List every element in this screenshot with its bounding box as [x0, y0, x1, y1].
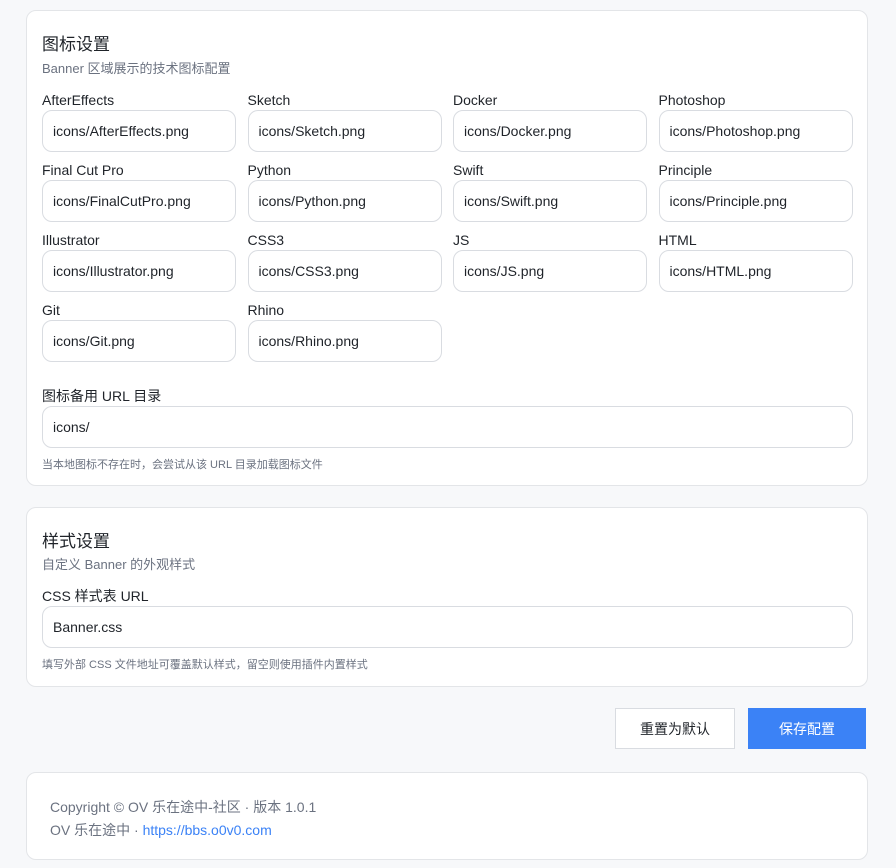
footer-site-link[interactable]: https://bbs.o0v0.com: [143, 822, 272, 838]
icon-settings-title: 图标设置: [42, 35, 110, 54]
icon-field-label: Python: [247, 162, 292, 178]
icon-path-input-js[interactable]: [453, 250, 647, 292]
icon-field-photoshop: Photoshop: [658, 91, 853, 152]
icon-path-input-swift[interactable]: [453, 180, 647, 222]
fallback-url-input[interactable]: [42, 406, 853, 448]
icon-field-docker: Docker: [453, 91, 647, 152]
css-url-hint: 填写外部 CSS 文件地址可覆盖默认样式，留空则使用插件内置样式: [42, 659, 368, 671]
fallback-url-field: 图标备用 URL 目录: [42, 387, 853, 448]
icon-field-git: Git: [42, 301, 236, 362]
icon-field-label: Illustrator: [42, 232, 100, 248]
icon-field-label: Swift: [453, 162, 484, 178]
footer-card: Copyright © OV 乐在途中-社区 · 版本 1.0.1 OV 乐在途…: [26, 772, 868, 860]
style-settings-title: 样式设置: [42, 532, 110, 551]
icon-field-label: Git: [42, 302, 60, 318]
style-settings-subtitle: 自定义 Banner 的外观样式: [42, 557, 196, 572]
footer-copyright: Copyright © OV 乐在途中-社区 · 版本 1.0.1: [50, 799, 317, 815]
icon-field-label: Principle: [658, 162, 713, 178]
icon-field-rhino: Rhino: [247, 301, 442, 362]
style-settings-card: 样式设置 自定义 Banner 的外观样式 CSS 样式表 URL 填写外部 C…: [26, 507, 868, 687]
reset-defaults-button[interactable]: 重置为默认: [615, 708, 735, 749]
icon-path-input-docker[interactable]: [453, 110, 647, 152]
fallback-url-hint: 当本地图标不存在时，会尝试从该 URL 目录加载图标文件: [42, 459, 323, 471]
icon-field-label: Final Cut Pro: [42, 162, 124, 178]
save-config-button[interactable]: 保存配置: [748, 708, 866, 749]
css-url-input[interactable]: [42, 606, 853, 648]
icon-field-label: Sketch: [247, 92, 291, 108]
icon-path-input-sketch[interactable]: [247, 110, 442, 152]
icon-field-label: HTML: [658, 232, 697, 248]
icon-path-input-finalcutpro[interactable]: [42, 180, 236, 222]
icon-field-label: Docker: [453, 92, 498, 108]
icon-field-label: Photoshop: [658, 92, 726, 108]
icon-settings-card: 图标设置 Banner 区域展示的技术图标配置 AfterEffects Ske…: [26, 10, 868, 486]
icon-field-python: Python: [247, 161, 442, 222]
icon-path-input-aftereffects[interactable]: [42, 110, 236, 152]
css-url-field: CSS 样式表 URL: [42, 587, 853, 648]
icon-field-label: Rhino: [247, 302, 285, 318]
icon-field-principle: Principle: [658, 161, 853, 222]
css-url-label: CSS 样式表 URL: [42, 588, 149, 604]
footer-site-line: OV 乐在途中 · https://bbs.o0v0.com: [50, 820, 272, 840]
icon-field-css3: CSS3: [247, 231, 442, 292]
icon-field-illustrator: Illustrator: [42, 231, 236, 292]
icon-field-aftereffects: AfterEffects: [42, 91, 236, 152]
icon-field-swift: Swift: [453, 161, 647, 222]
fallback-url-label: 图标备用 URL 目录: [42, 388, 162, 404]
icon-field-label: AfterEffects: [42, 92, 115, 108]
icon-field-label: CSS3: [247, 232, 285, 248]
icon-path-input-python[interactable]: [247, 180, 442, 222]
icon-settings-subtitle: Banner 区域展示的技术图标配置: [42, 61, 231, 76]
footer-site-prefix: OV 乐在途中 ·: [50, 822, 143, 838]
icon-field-finalcutpro: Final Cut Pro: [42, 161, 236, 222]
icon-path-input-photoshop[interactable]: [658, 110, 853, 152]
icon-field-js: JS: [453, 231, 647, 292]
icon-path-input-css3[interactable]: [247, 250, 442, 292]
icon-path-input-illustrator[interactable]: [42, 250, 236, 292]
icon-path-input-git[interactable]: [42, 320, 236, 362]
icon-field-html: HTML: [658, 231, 853, 292]
settings-page: 图标设置 Banner 区域展示的技术图标配置 AfterEffects Ske…: [0, 0, 896, 868]
icon-field-sketch: Sketch: [247, 91, 442, 152]
icon-path-input-html[interactable]: [658, 250, 853, 292]
icon-path-input-rhino[interactable]: [247, 320, 442, 362]
icon-path-input-principle[interactable]: [658, 180, 853, 222]
icon-fields-grid: AfterEffects Sketch Docker Photoshop Fin…: [42, 91, 853, 362]
icon-field-label: JS: [453, 232, 470, 248]
